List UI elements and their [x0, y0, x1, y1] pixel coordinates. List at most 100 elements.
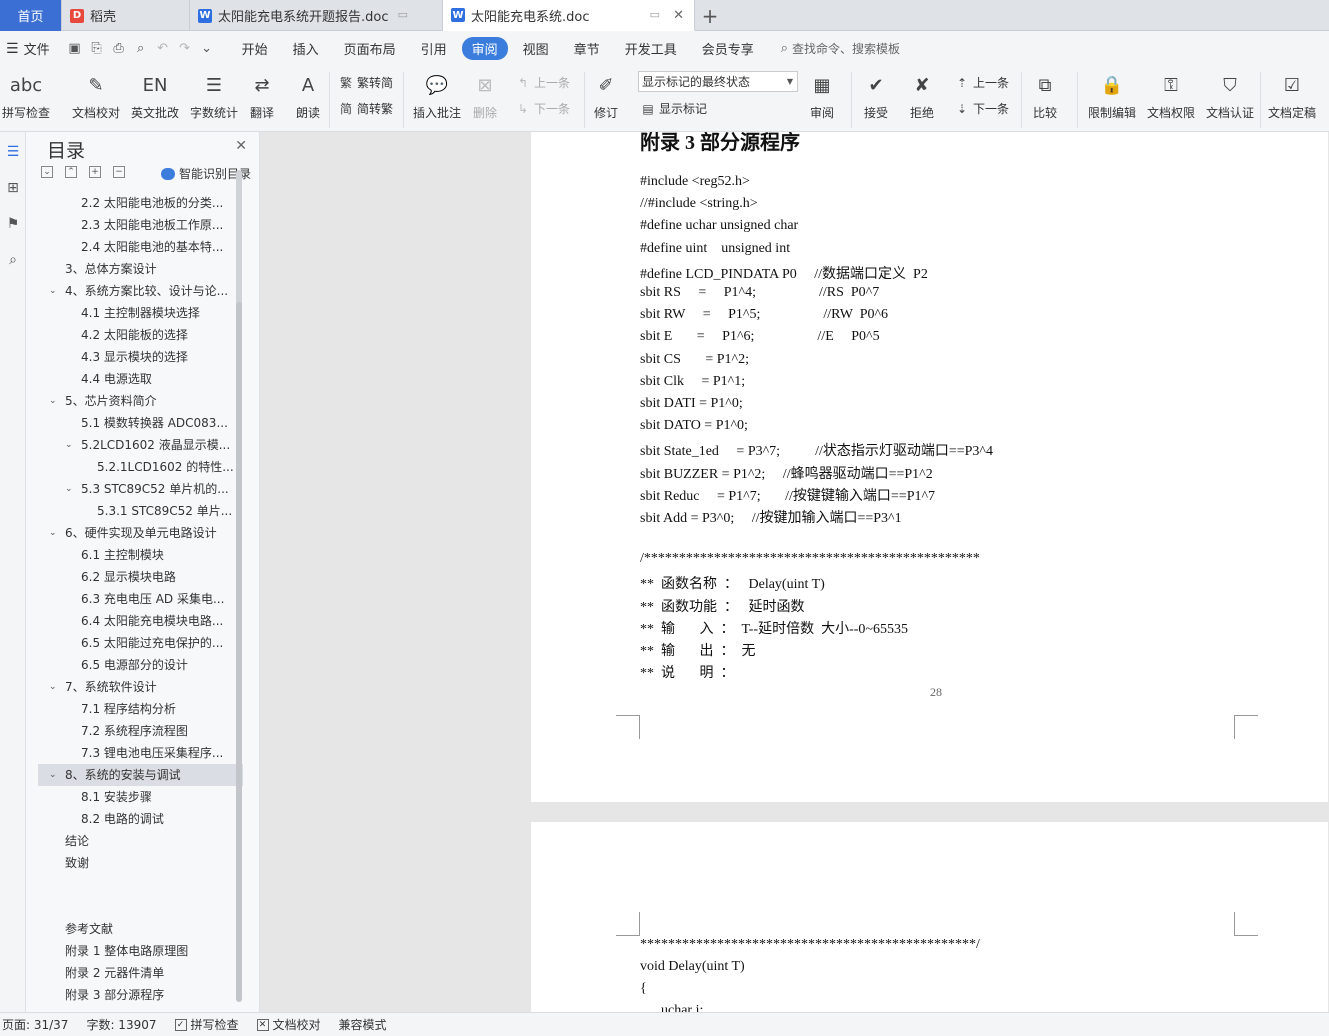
doc-finalize-button[interactable]: ☑ 文档定稿 — [1268, 70, 1316, 121]
command-search[interactable]: ⌕ 查找命令、搜索模板 — [781, 40, 900, 57]
show-markup-button[interactable]: ▤ 显示标记 — [640, 100, 707, 117]
markup-state-select[interactable]: 显示标记的最终状态 ▼ — [638, 71, 798, 92]
toc-item[interactable]: 附录 3 部分源程序 — [38, 984, 243, 1006]
restrict-edit-button[interactable]: 🔒 限制编辑 — [1088, 70, 1136, 121]
toc-item[interactable]: ⌄ 5.2LCD1602 液晶显示模... — [38, 434, 243, 456]
toc-item[interactable]: 附录 2 元器件清单 — [38, 962, 243, 984]
file-menu[interactable]: ☰ 文件 — [0, 39, 58, 59]
toc-item[interactable]: ⌄ 8、系统的安装与调试 — [38, 764, 243, 786]
print-preview-icon[interactable]: ⌕ — [130, 38, 152, 60]
new-tab-button[interactable]: + — [695, 0, 725, 31]
toc-item[interactable]: ⌄ 5.3 STC89C52 单片机的... — [38, 478, 243, 500]
spellcheck-button[interactable]: abc 拼写检查 — [2, 70, 50, 121]
toc-item[interactable]: 6.4 太阳能充电模块电路... — [38, 610, 243, 632]
toc-item[interactable] — [38, 874, 243, 896]
tab-document-active[interactable]: W 太阳能充电系统.doc ▭ ✕ — [443, 0, 695, 31]
chevron-down-icon[interactable]: ⌄ — [65, 478, 73, 500]
toc-item[interactable]: 结论 — [38, 830, 243, 852]
menu-tab-review[interactable]: 审阅 — [461, 37, 508, 60]
tab-document-proposal[interactable]: W 太阳能充电系统开题报告.doc ▭ — [190, 0, 443, 31]
toc-item[interactable]: 6.3 充电电压 AD 采集电... — [38, 588, 243, 610]
collapse-all-icon[interactable]: ⌄ — [41, 166, 53, 178]
english-review-button[interactable]: EN 英文批改 — [131, 70, 179, 121]
toc-item[interactable]: ⌄ 6、硬件实现及单元电路设计 — [38, 522, 243, 544]
bookmark-icon[interactable]: ⚑ — [0, 206, 26, 242]
toc-item[interactable]: 2.4 太阳能电池的基本特... — [38, 236, 243, 258]
read-aloud-button[interactable]: A 朗读 — [294, 70, 322, 121]
chevron-down-icon[interactable]: ⌄ — [49, 280, 57, 302]
trad-to-simp-button[interactable]: 繁繁转简 — [338, 74, 393, 91]
prev-change-button[interactable]: ⇡ 上一条 — [954, 74, 1009, 91]
next-comment-button[interactable]: ↳ 下一条 — [515, 100, 570, 117]
toc-item[interactable]: 附录 1 整体电路原理图 — [38, 940, 243, 962]
print-icon[interactable]: ⎙ — [108, 38, 130, 60]
toc-item[interactable]: ⌄ 4、系统方案比较、设计与论... — [38, 280, 243, 302]
toc-item[interactable]: ⌄ 5、芯片资料简介 — [38, 390, 243, 412]
close-icon[interactable]: ✕ — [235, 138, 247, 154]
search-icon[interactable]: ⌕ — [0, 242, 26, 278]
remove-heading-icon[interactable]: − — [113, 166, 125, 178]
menu-tab-references[interactable]: 引用 — [411, 37, 457, 60]
chevron-down-icon[interactable]: ⌄ — [65, 434, 73, 456]
toc-item[interactable]: ⌄ 7、系统软件设计 — [38, 676, 243, 698]
toc-item[interactable]: 5.1 模数转换器 ADC083... — [38, 412, 243, 434]
chevron-down-icon[interactable]: ⌄ — [49, 764, 57, 786]
toc-item[interactable]: 8.1 安装步骤 — [38, 786, 243, 808]
toc-item[interactable]: 7.3 锂电池电压采集程序... — [38, 742, 243, 764]
reject-button[interactable]: ✘ 拒绝 — [908, 70, 936, 121]
undo-icon[interactable]: ↶ — [152, 38, 174, 60]
toc-item[interactable]: 7.1 程序结构分析 — [38, 698, 243, 720]
toc-item[interactable]: 6.5 电源部分的设计 — [38, 654, 243, 676]
redo-icon[interactable]: ↷ — [174, 38, 196, 60]
export-icon[interactable]: ⎘ — [86, 38, 108, 60]
document-page-next[interactable]: ****************************************… — [531, 822, 1328, 1012]
toc-item[interactable]: 4.1 主控制器模块选择 — [38, 302, 243, 324]
toc-item[interactable]: 5.3.1 STC89C52 单片... — [38, 500, 243, 522]
menu-tab-view[interactable]: 视图 — [513, 37, 559, 60]
tab-daoke[interactable]: D 稻壳 — [62, 0, 190, 31]
save-icon[interactable]: ▣ — [64, 38, 86, 60]
toc-scrollbar-thumb[interactable] — [236, 302, 242, 1002]
chevron-down-icon[interactable]: ⌄ — [49, 676, 57, 698]
page-indicator[interactable]: 页面: 31/37 — [2, 1016, 68, 1033]
accept-button[interactable]: ✔ 接受 — [862, 70, 890, 121]
menu-tab-section[interactable]: 章节 — [564, 37, 610, 60]
prev-comment-button[interactable]: ↰ 上一条 — [515, 74, 570, 91]
toc-item[interactable]: 参考文献 — [38, 918, 243, 940]
toc-item[interactable]: 3、总体方案设计 — [38, 258, 243, 280]
doc-proof-button[interactable]: ✎ 文档校对 — [72, 70, 120, 121]
chapter-nav-icon[interactable]: ⊞ — [0, 170, 26, 206]
toc-item[interactable]: 8.2 电路的调试 — [38, 808, 243, 830]
toc-item[interactable]: 致谢 — [38, 852, 243, 874]
menu-tab-home[interactable]: 开始 — [232, 37, 278, 60]
status-spellcheck[interactable]: ✓ 拼写检查 — [174, 1016, 239, 1033]
toc-panel-icon[interactable]: ☰ — [0, 134, 26, 170]
expand-all-icon[interactable]: ⌃ — [65, 166, 77, 178]
document-canvas[interactable]: 附录 3 部分源程序 #include <reg52.h> //#include … — [261, 132, 1329, 1012]
simp-to-trad-button[interactable]: 简简转繁 — [338, 100, 393, 117]
window-icon[interactable]: ▭ — [650, 8, 660, 21]
toc-item[interactable] — [38, 896, 243, 918]
insert-comment-button[interactable]: 💬 插入批注 — [413, 70, 461, 121]
word-count-indicator[interactable]: 字数: 13907 — [86, 1016, 156, 1033]
toc-item[interactable]: 6.5 太阳能过充电保护的... — [38, 632, 243, 654]
toc-item[interactable]: 4.3 显示模块的选择 — [38, 346, 243, 368]
track-changes-button[interactable]: ✐ 修订 — [592, 70, 620, 121]
menu-tab-layout[interactable]: 页面布局 — [334, 37, 406, 60]
toc-item[interactable]: 7.2 系统程序流程图 — [38, 720, 243, 742]
review-pane-button[interactable]: ▦ 审阅 — [808, 70, 836, 121]
tab-home[interactable]: 首页 — [0, 0, 62, 31]
word-count-button[interactable]: ☰ 字数统计 — [190, 70, 238, 121]
window-icon[interactable]: ▭ — [398, 8, 408, 21]
document-page[interactable]: 附录 3 部分源程序 #include <reg52.h> //#include … — [531, 132, 1328, 802]
doc-rights-button[interactable]: ⚿ 文档权限 — [1147, 70, 1195, 121]
toc-item[interactable]: 2.3 太阳能电池板工作原... — [38, 214, 243, 236]
close-tab-icon[interactable]: ✕ — [673, 8, 684, 23]
next-change-button[interactable]: ⇣ 下一条 — [954, 100, 1009, 117]
toc-item[interactable]: 2.2 太阳能电池板的分类... — [38, 192, 243, 214]
delete-comment-button[interactable]: ⊠ 删除 — [471, 70, 499, 121]
menu-tab-member[interactable]: 会员专享 — [692, 37, 764, 60]
translate-button[interactable]: ⇄ 翻译 — [248, 70, 276, 121]
chevron-down-icon[interactable]: ⌄ — [49, 390, 57, 412]
compare-button[interactable]: ⧉ 比较 — [1031, 70, 1059, 121]
